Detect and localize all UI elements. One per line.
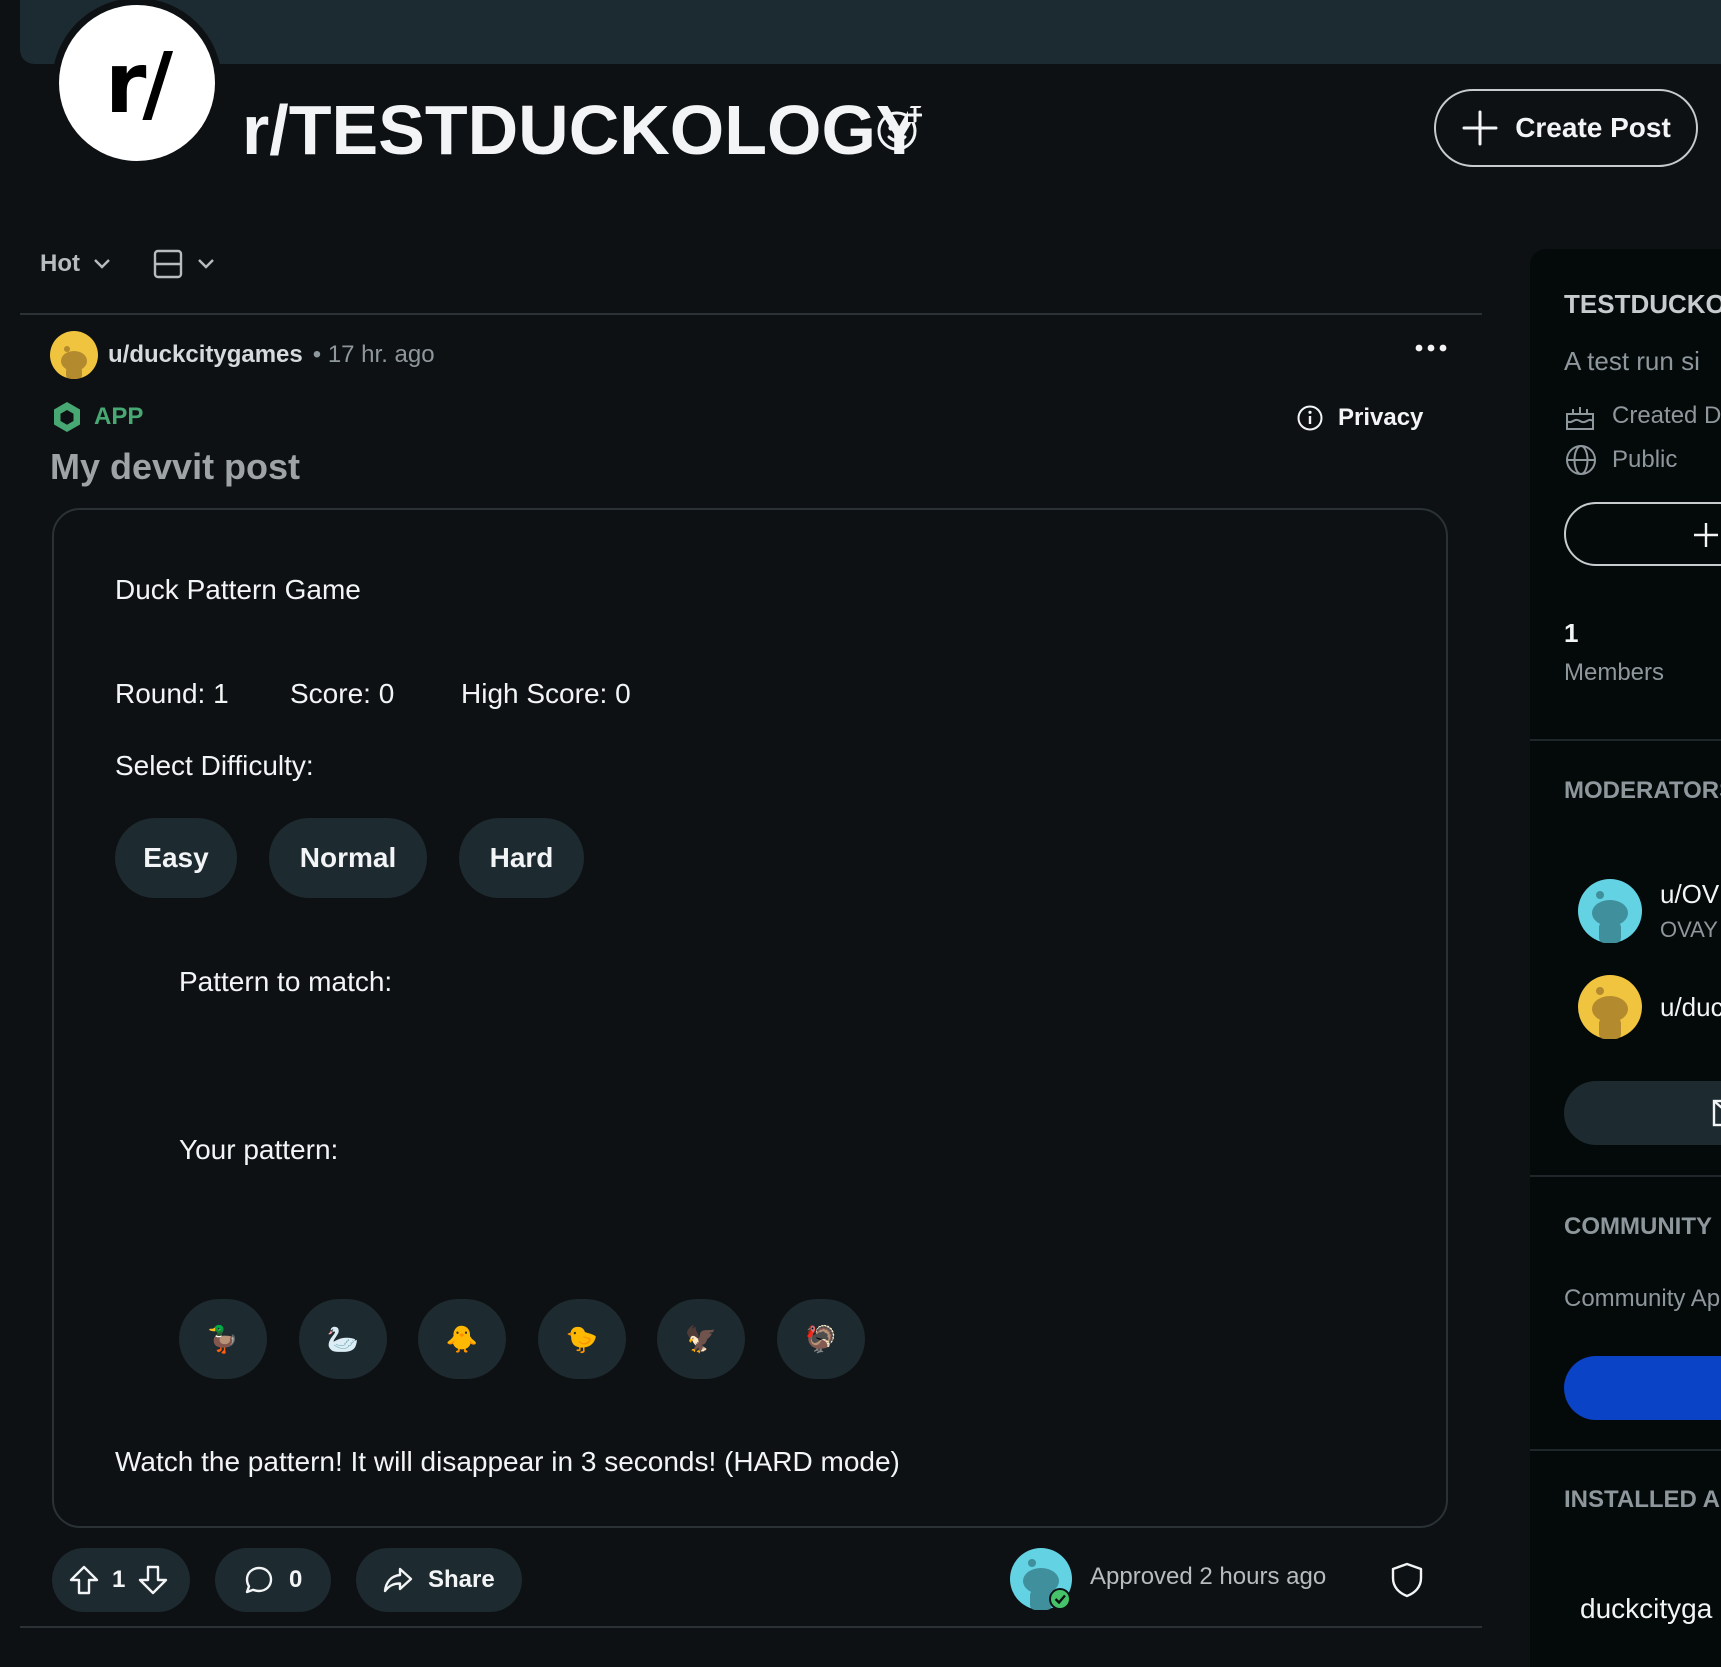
duck-button[interactable]: 🦆 [179, 1299, 267, 1379]
downvote-icon[interactable] [137, 1564, 169, 1596]
post-meta: u/duckcitygames • 17 hr. ago [50, 331, 435, 379]
members-count: 1 [1564, 618, 1579, 648]
community-banner [20, 0, 1721, 64]
plus-icon [1694, 523, 1718, 547]
community-logo[interactable]: r/ [52, 0, 222, 168]
vote-count: 1 [112, 1566, 126, 1593]
community-title: r/TESTDUCKOLOGY [242, 91, 923, 169]
snoo-avatar-icon [61, 346, 87, 379]
more-options-icon[interactable] [1414, 340, 1448, 356]
app-cube-icon [54, 402, 80, 432]
sidebar-community-name: TESTDUCKOLOGY [1564, 289, 1721, 319]
hard-button[interactable]: Hard [459, 818, 584, 898]
chick-button[interactable]: 🐤 [538, 1299, 626, 1379]
turkey-button[interactable]: 🦃 [777, 1299, 865, 1379]
app-tag-label: APP [94, 403, 144, 430]
moderator-avatar-icon[interactable] [1578, 975, 1642, 1039]
post-time: • 17 hr. ago [312, 341, 435, 368]
mod-shield-icon[interactable] [1390, 1562, 1424, 1598]
sidebar-created: Created D [1612, 402, 1721, 429]
game-title: Duck Pattern Game [115, 574, 361, 605]
moderator-1-name[interactable]: u/OV [1660, 879, 1719, 910]
round-text: Round: 1 [115, 678, 229, 709]
your-pattern-label: Your pattern: [179, 1134, 339, 1165]
card-view-icon [153, 249, 183, 279]
mod-snoo-avatar-icon [1010, 1548, 1072, 1610]
swan-button[interactable]: 🦢 [299, 1299, 387, 1379]
create-post-label: Create Post [1515, 112, 1671, 143]
add-emoji-icon[interactable] [876, 106, 922, 152]
high-score-text: High Score: 0 [461, 678, 631, 709]
community-sidebar: TESTDUCKOLOGY A test run si Created D Pu… [1530, 249, 1721, 1667]
message-mods-button[interactable] [1564, 1081, 1721, 1145]
author-avatar[interactable] [50, 331, 98, 379]
mail-icon [1712, 1099, 1721, 1127]
share-label: Share [428, 1566, 495, 1593]
moderators-heading: MODERATORS [1564, 777, 1721, 804]
moderator-2-name[interactable]: u/duc [1660, 992, 1721, 1023]
app-frame [52, 508, 1448, 1528]
chevron-down-icon [94, 259, 110, 269]
select-difficulty-label: Select Difficulty: [115, 750, 314, 781]
eagle-button[interactable]: 🦅 [657, 1299, 745, 1379]
approved-status: Approved 2 hours ago [1090, 1563, 1327, 1590]
pattern-to-match-label: Pattern to match: [179, 966, 393, 997]
divider [20, 313, 1482, 315]
create-post-sidebar-button[interactable] [1564, 502, 1721, 566]
game-message: Watch the pattern! It will disappear in … [115, 1446, 900, 1477]
installed-app-name[interactable]: duckcityga [1580, 1593, 1712, 1625]
create-post-button[interactable]: Create Post [1434, 89, 1698, 167]
hatching-chick-button[interactable]: 🐥 [418, 1299, 506, 1379]
community-apps-text: Community Ap [1564, 1285, 1721, 1312]
globe-icon [1566, 445, 1596, 475]
community-heading: COMMUNITY [1564, 1213, 1712, 1240]
sort-dropdown[interactable]: Hot [40, 250, 112, 278]
divider [20, 1626, 1482, 1628]
view-dropdown[interactable] [152, 248, 216, 280]
members-label: Members [1564, 659, 1665, 686]
comment-icon [245, 1566, 273, 1594]
easy-button[interactable]: Easy [115, 818, 237, 898]
approver-avatar [1010, 1548, 1072, 1610]
info-icon [1297, 405, 1323, 431]
comments-button[interactable]: 0 [215, 1548, 331, 1612]
vote-bar: 1 [52, 1548, 190, 1612]
normal-button[interactable]: Normal [269, 818, 427, 898]
sort-bar: Hot [40, 248, 216, 280]
logo-text: r/ [59, 5, 215, 161]
sidebar-visibility: Public [1612, 446, 1678, 473]
chevron-down-icon [198, 259, 214, 269]
upvote-icon[interactable] [68, 1564, 100, 1596]
sidebar-divider [1530, 1449, 1721, 1451]
plus-icon [1462, 110, 1498, 146]
moderator-avatar-icon[interactable] [1578, 879, 1642, 943]
sidebar-description: A test run si [1564, 346, 1700, 376]
share-button[interactable]: Share [356, 1548, 522, 1612]
app-tag: APP [50, 400, 143, 434]
privacy-button[interactable]: Privacy [1296, 404, 1423, 432]
share-icon [383, 1567, 413, 1593]
community-apps-button[interactable] [1564, 1356, 1721, 1420]
installed-apps-heading: INSTALLED A [1564, 1486, 1720, 1513]
sidebar-divider [1530, 739, 1721, 741]
score-text: Score: 0 [290, 678, 395, 709]
cake-icon [1566, 407, 1594, 430]
privacy-label: Privacy [1338, 404, 1424, 431]
moderator-1-flair: OVAY [1660, 917, 1718, 942]
sort-label: Hot [40, 250, 80, 277]
post-author[interactable]: u/duckcitygames [108, 341, 303, 369]
sidebar-divider [1530, 1175, 1721, 1177]
post-title[interactable]: My devvit post [50, 446, 300, 488]
comment-count: 0 [289, 1566, 303, 1593]
